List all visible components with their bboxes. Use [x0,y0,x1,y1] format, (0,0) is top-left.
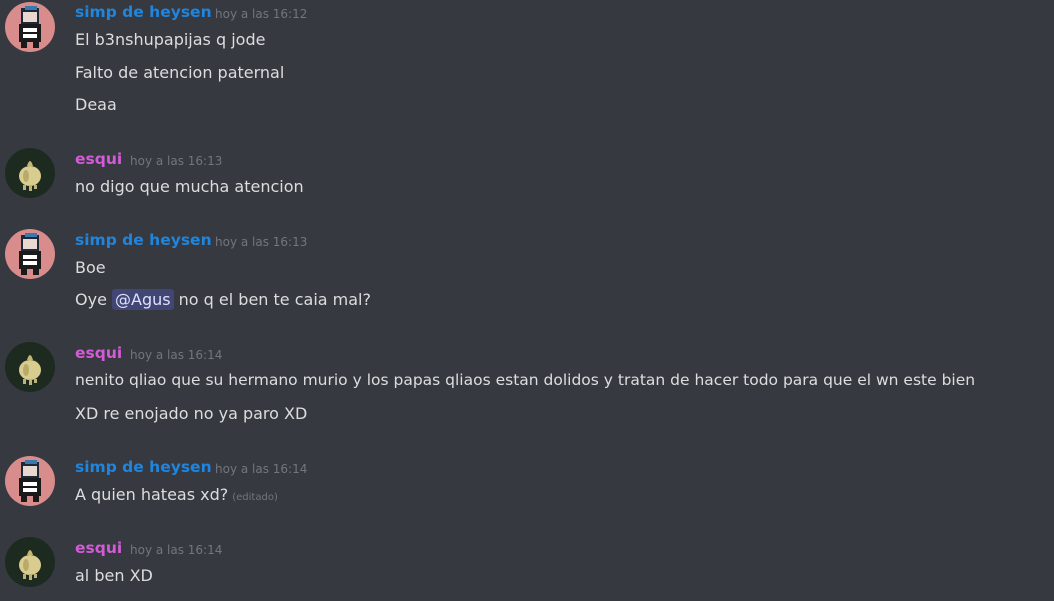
timestamp: hoy a las 16:13 [130,154,223,168]
pixel-character-avatar-icon[interactable] [5,2,55,52]
username[interactable]: esqui [75,539,122,557]
edited-label: (editado) [232,492,278,503]
message-text: XD re enojado no ya paro XD [75,404,308,423]
message-text: nenito qliao que su hermano murio y los … [75,371,976,389]
pixel-character-avatar-icon[interactable] [5,456,55,506]
username[interactable]: simp de heysen [75,3,212,21]
pixel-character-avatar-icon[interactable] [5,229,55,279]
message-text: Oye [75,290,112,309]
user-mention[interactable]: @Agus [112,289,174,310]
timestamp: hoy a las 16:14 [130,543,223,557]
timestamp: hoy a las 16:14 [215,462,308,476]
timestamp: hoy a las 16:12 [215,7,308,21]
message-text-line: A quien hateas xd? (editado) [75,485,278,504]
message-text: al ben XD [75,566,153,585]
message-text: El b3nshupapijas q jode [75,30,266,49]
garlic-avatar-icon[interactable] [5,148,55,198]
username[interactable]: simp de heysen [75,231,212,249]
username[interactable]: simp de heysen [75,458,212,476]
username[interactable]: esqui [75,150,122,168]
timestamp: hoy a las 16:14 [130,348,223,362]
garlic-avatar-icon[interactable] [5,342,55,392]
message-text: A quien hateas xd? [75,485,229,504]
message-with-mention: Oye @Agus no q el ben te caia mal? [75,289,371,310]
username[interactable]: esqui [75,344,122,362]
message-text: Boe [75,258,106,277]
message-text: no digo que mucha atencion [75,177,304,196]
message-text: Falto de atencion paternal [75,63,285,82]
message-text: Deaa [75,95,117,114]
garlic-avatar-icon[interactable] [5,537,55,587]
timestamp: hoy a las 16:13 [215,235,308,249]
message-text: no q el ben te caia mal? [173,290,371,309]
